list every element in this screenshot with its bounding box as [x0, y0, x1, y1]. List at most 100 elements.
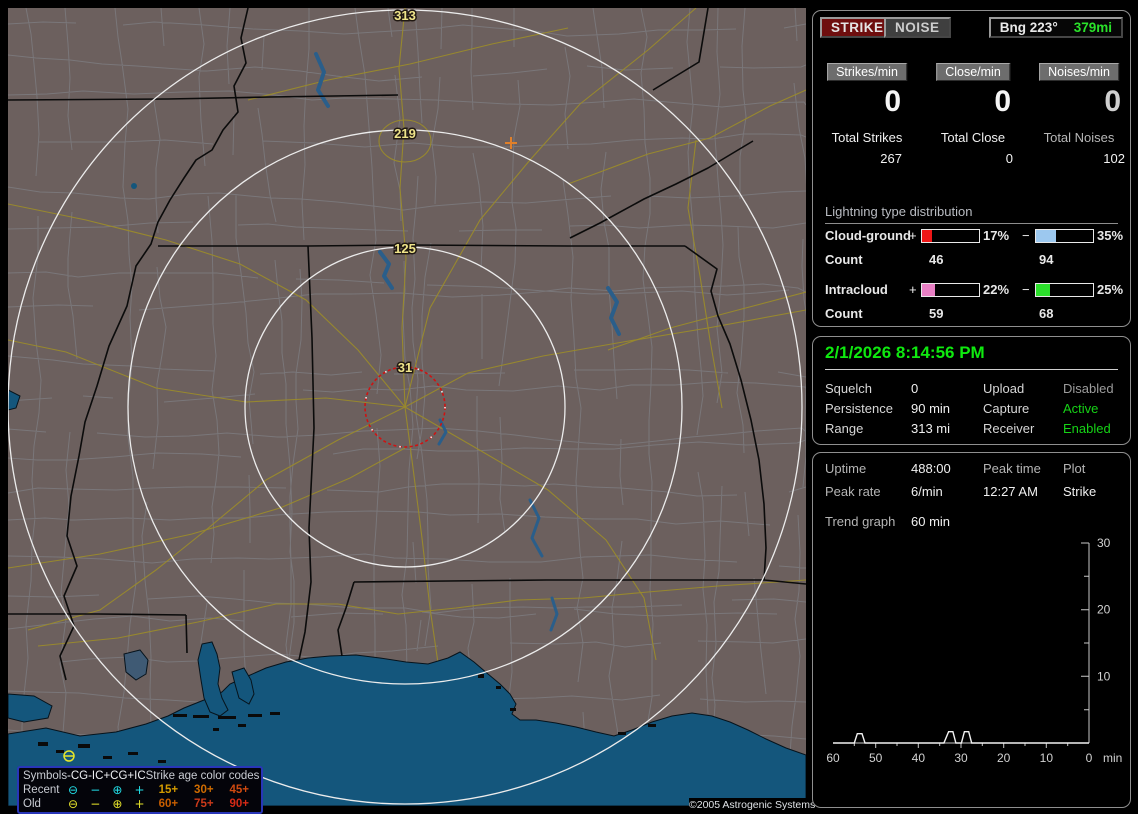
neg-cg-count: 94	[1039, 252, 1054, 267]
recent-neg-ic-icon: −	[90, 783, 101, 797]
strikes-per-min-header: Strikes/min	[827, 63, 907, 81]
age-90-label: 90+	[229, 798, 250, 810]
total-noises-value: 102	[1103, 151, 1125, 166]
intracloud-label: Intracloud	[825, 282, 888, 297]
status-row: Persistence 90 min Capture Active	[825, 401, 1118, 421]
legend-recent-label: Recent	[23, 784, 60, 796]
svg-text:20: 20	[1097, 603, 1111, 617]
legend-neg-cg-header: -CG	[67, 770, 89, 782]
plot-label: Plot	[1063, 461, 1086, 476]
svg-text:10: 10	[1040, 751, 1054, 765]
neg-ic-bar	[1035, 283, 1094, 297]
lake	[131, 183, 137, 189]
old-neg-ic-icon: −	[90, 797, 101, 811]
ring-label-219: 219	[394, 126, 416, 141]
age-60-label: 60+	[158, 798, 179, 810]
cloud-ground-label: Cloud-ground	[825, 228, 911, 243]
pos-ic-count: 59	[929, 306, 944, 321]
pos-ic-pct: 22%	[983, 282, 1010, 297]
legend-old-label: Old	[23, 798, 41, 810]
peak-time-value: 12:27 AM	[983, 484, 1038, 499]
neg-cg-bar	[1035, 229, 1094, 243]
bearing-distance: 379mi	[1073, 20, 1112, 35]
ring-label-313: 313	[394, 8, 416, 23]
bearing-display: Bng 223° 379mi	[988, 17, 1123, 38]
total-strikes-value: 267	[880, 151, 902, 166]
total-close-value: 0	[1005, 151, 1013, 166]
neg-cg-bar-fill	[1036, 230, 1056, 242]
peak-rate-value: 6/min	[911, 484, 943, 499]
bearing-value: Bng 223°	[999, 20, 1058, 35]
legend-neg-ic-header: -IC	[88, 770, 104, 782]
strike-map[interactable]: 313 219 125 31 Symbols -CG -IC +CG +IC S…	[8, 8, 815, 814]
persistence-label: Persistence	[825, 401, 893, 416]
capture-label: Capture	[983, 401, 1030, 416]
trend-panel: Uptime 488:00 Peak time Plot Peak rate 6…	[812, 452, 1131, 808]
neg-ic-pct: 25%	[1097, 282, 1124, 297]
neg-cg-pct: 35%	[1097, 228, 1124, 243]
upload-state: Disabled	[1063, 381, 1114, 396]
peak-time-label: Peak time	[983, 461, 1041, 476]
strikes-per-min-value: 0	[884, 85, 901, 118]
trend-graph-label: Trend graph	[825, 514, 896, 529]
persistence-value: 90 min	[911, 401, 951, 416]
upload-label: Upload	[983, 381, 1025, 396]
close-per-min-value: 0	[994, 85, 1011, 118]
pos-cg-bar	[921, 229, 980, 243]
age-15-label: 15+	[158, 784, 179, 796]
distribution-title: Lightning type distribution	[825, 204, 1118, 224]
svg-text:30: 30	[1097, 536, 1111, 550]
old-pos-ic-icon: +	[134, 797, 145, 811]
legend-recent-row: Recent ⊖ − ⊕ + 15+ 30+ 45+	[23, 783, 257, 797]
map-legend: Symbols -CG -IC +CG +IC Strike age color…	[17, 766, 263, 814]
strike-trend-chart: 10 20 30 60 50 40 30 20 10 0 min	[826, 536, 1122, 765]
ring-label-31: 31	[398, 360, 412, 375]
pos-cg-pct: 17%	[983, 228, 1010, 243]
plus-sign: +	[909, 228, 917, 243]
status-row: Squelch 0 Upload Disabled	[825, 381, 1118, 401]
minus-sign: −	[1022, 282, 1030, 297]
noises-per-min-value: 0	[1104, 85, 1121, 118]
datetime-display: 2/1/2026 8:14:56 PM	[825, 343, 1118, 370]
squelch-label: Squelch	[825, 381, 872, 396]
noise-mode-button[interactable]: NOISE	[884, 17, 951, 38]
svg-text:0: 0	[1086, 751, 1093, 765]
ring-label-125: 125	[394, 241, 416, 256]
svg-text:min: min	[1103, 751, 1122, 765]
svg-text:60: 60	[826, 751, 840, 765]
age-30-label: 30+	[194, 784, 214, 796]
cloud-ground-row: Cloud-ground + 17% − 35%	[825, 228, 1123, 244]
plus-sign: +	[909, 282, 917, 297]
copyright-text: ©2005 Astrogenic Systems	[689, 798, 816, 813]
count-label: Count	[825, 252, 863, 267]
close-per-min-header: Close/min	[936, 63, 1010, 81]
neg-ic-bar-fill	[1036, 284, 1051, 296]
age-75-label: 75+	[194, 798, 214, 810]
svg-text:20: 20	[997, 751, 1011, 765]
svg-text:10: 10	[1097, 669, 1111, 683]
legend-age-title: Strike age color codes	[145, 770, 260, 782]
neg-ic-count: 68	[1039, 306, 1054, 321]
total-noises-label: Total Noises	[1043, 130, 1115, 145]
recent-neg-cg-icon: ⊖	[68, 783, 79, 797]
capture-state: Active	[1063, 401, 1099, 416]
legend-old-row: Old ⊖ − ⊕ + 60+ 75+ 90+	[23, 797, 257, 811]
squelch-value: 0	[911, 381, 919, 396]
runtime-row: Peak rate 6/min 12:27 AM Strike	[825, 484, 1118, 504]
intracloud-row: Intracloud + 22% − 25%	[825, 282, 1123, 298]
status-panel: 2/1/2026 8:14:56 PM Squelch 0 Upload Dis…	[812, 336, 1131, 445]
trend-graph-window: 60 min	[911, 514, 951, 529]
total-close-label: Total Close	[940, 130, 1006, 145]
legend-symbols-header: Symbols	[23, 770, 68, 782]
receiver-label: Receiver	[983, 421, 1035, 436]
count-label: Count	[825, 306, 863, 321]
peak-rate-label: Peak rate	[825, 484, 881, 499]
nexstorm-window: { "toolbar": { "strike": "STRIKE", "nois…	[0, 0, 1138, 814]
pos-ic-bar-fill	[922, 284, 935, 296]
intracloud-count-row: Count 59 68	[825, 306, 1118, 322]
pos-cg-bar-fill	[922, 230, 932, 242]
recent-pos-ic-icon: +	[134, 783, 145, 797]
uptime-label: Uptime	[825, 461, 867, 476]
svg-text:40: 40	[912, 751, 926, 765]
age-45-label: 45+	[229, 784, 250, 796]
